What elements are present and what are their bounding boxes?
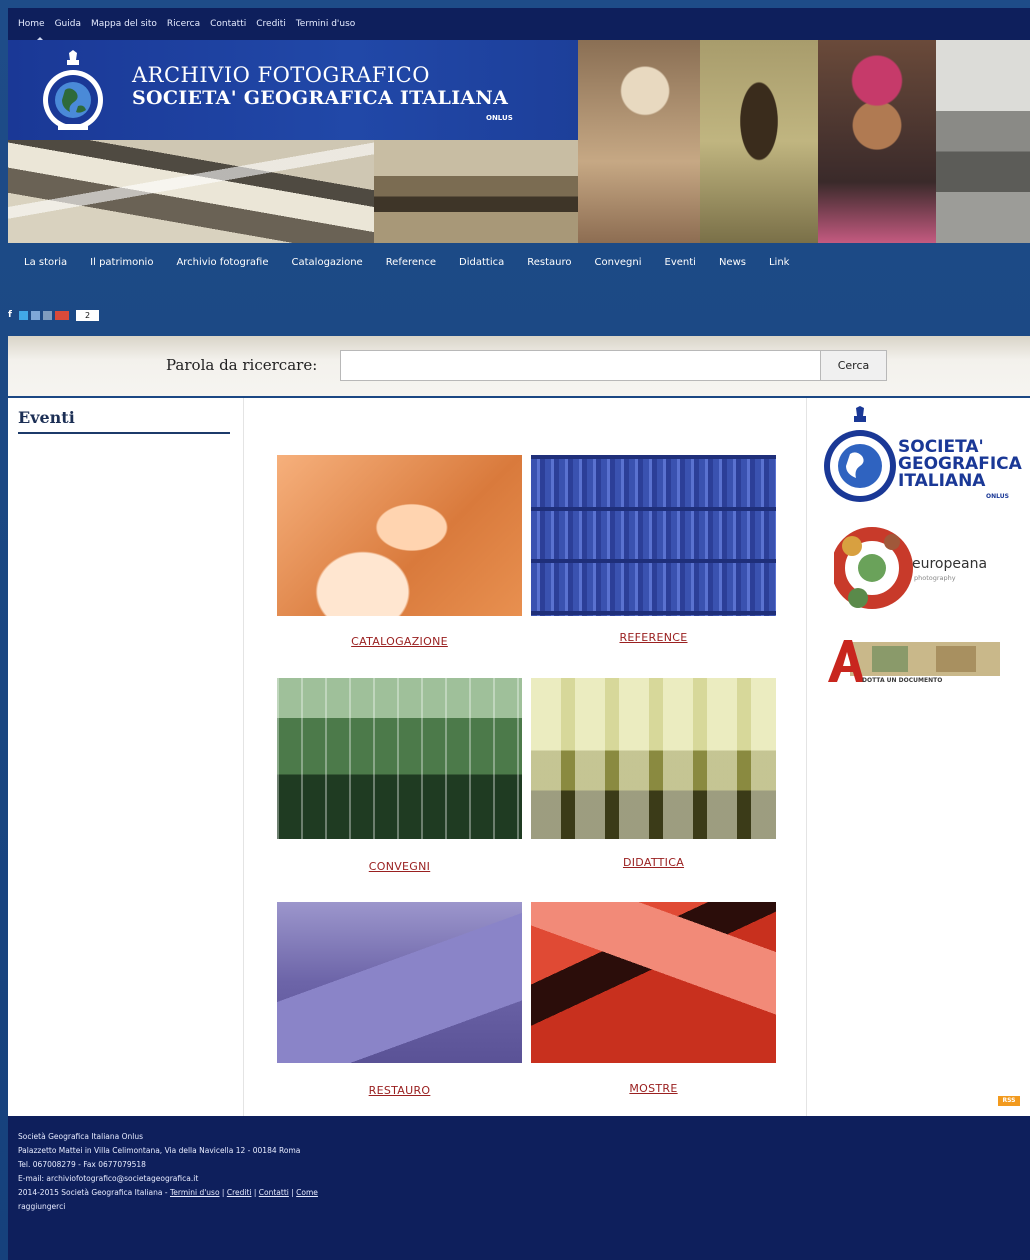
adotta-label: DOTTA UN DOCUMENTO bbox=[862, 677, 942, 684]
footer-copyright: 2014-2015 Società Geografica Italiana - bbox=[18, 1188, 170, 1197]
nav-la-storia[interactable]: La storia bbox=[24, 257, 67, 268]
header-photo-andean-woman bbox=[818, 40, 936, 243]
footer-link-come[interactable]: Come bbox=[296, 1188, 318, 1197]
nav-archivio-fotografie[interactable]: Archivio fotografie bbox=[176, 257, 268, 268]
topnav-guida[interactable]: Guida bbox=[55, 19, 81, 29]
nav-didattica[interactable]: Didattica bbox=[459, 257, 504, 268]
footer-link-crediti[interactable]: Crediti bbox=[227, 1188, 252, 1197]
tile-restauro[interactable]: RESTAURO bbox=[277, 902, 522, 1097]
search-input[interactable] bbox=[340, 350, 821, 381]
site-header: ARCHIVIO FOTOGRAFICO SOCIETA' GEOGRAFICA… bbox=[8, 40, 1030, 243]
top-utility-nav: Home Guida Mappa del sito Ricerca Contat… bbox=[8, 8, 1030, 41]
restauro-link[interactable]: RESTAURO bbox=[277, 1084, 522, 1097]
nav-eventi[interactable]: Eventi bbox=[665, 257, 696, 268]
tile-convegni[interactable]: CONVEGNI bbox=[277, 678, 522, 873]
nav-il-patrimonio[interactable]: Il patrimonio bbox=[90, 257, 153, 268]
header-title-line2: SOCIETA' GEOGRAFICA ITALIANA bbox=[132, 87, 509, 109]
nav-reference[interactable]: Reference bbox=[386, 257, 436, 268]
europeana-label: europeana bbox=[912, 556, 987, 572]
catalogazione-image[interactable] bbox=[277, 455, 522, 616]
search-label: Parola da ricercare: bbox=[166, 356, 318, 374]
footer-phone: Tel. 067008279 - Fax 0677079518 bbox=[18, 1160, 146, 1169]
footer-org-name: Società Geografica Italiana Onlus bbox=[18, 1132, 144, 1141]
mostre-link[interactable]: MOSTRE bbox=[531, 1082, 776, 1095]
left-sidebar: Eventi bbox=[8, 398, 244, 1116]
didattica-image[interactable] bbox=[531, 678, 776, 839]
social-share-bar: f 2 bbox=[8, 306, 100, 324]
right-sidebar: SOCIETA' GEOGRAFICA ITALIANA ONLUS europ… bbox=[808, 398, 1030, 1116]
topnav-home[interactable]: Home bbox=[18, 19, 45, 29]
twitter-icon[interactable] bbox=[19, 310, 28, 320]
sgi-globe-logo-icon[interactable] bbox=[40, 50, 106, 140]
google-plus-icon[interactable] bbox=[55, 310, 69, 320]
search-band: Parola da ricercare: Cerca bbox=[8, 336, 1030, 396]
didattica-link[interactable]: DIDATTICA bbox=[531, 856, 776, 869]
footer-link-raggiungerci[interactable]: raggiungerci bbox=[18, 1202, 65, 1211]
mostre-image[interactable] bbox=[531, 902, 776, 1063]
topnav-ricerca[interactable]: Ricerca bbox=[167, 19, 200, 29]
sidebar-title: Eventi bbox=[18, 408, 75, 427]
convegni-link[interactable]: CONVEGNI bbox=[277, 860, 522, 873]
header-photo-boats bbox=[374, 140, 578, 243]
footer-link-termini[interactable]: Termini d'uso bbox=[170, 1188, 220, 1197]
nav-link[interactable]: Link bbox=[769, 257, 789, 268]
tile-didattica[interactable]: DIDATTICA bbox=[531, 678, 776, 869]
nav-convegni[interactable]: Convegni bbox=[595, 257, 642, 268]
topnav-crediti[interactable]: Crediti bbox=[256, 19, 286, 29]
sgi-logo-onlus: ONLUS bbox=[986, 493, 1009, 500]
site-footer: Società Geografica Italiana Onlus Palazz… bbox=[8, 1116, 1030, 1260]
reference-link[interactable]: REFERENCE bbox=[531, 631, 776, 644]
page: Home Guida Mappa del sito Ricerca Contat… bbox=[0, 0, 1030, 1260]
sgi-partner-logo-icon[interactable]: SOCIETA' GEOGRAFICA ITALIANA ONLUS bbox=[822, 406, 1028, 510]
nav-news[interactable]: News bbox=[719, 257, 746, 268]
convegni-image[interactable] bbox=[277, 678, 522, 839]
topnav-contatti[interactable]: Contatti bbox=[210, 19, 246, 29]
europeana-sublabel: photography bbox=[914, 574, 956, 582]
header-photo-mountains bbox=[8, 140, 374, 243]
europeana-logo-icon[interactable]: europeana photography bbox=[834, 522, 1030, 618]
restauro-image[interactable] bbox=[277, 902, 522, 1063]
main-nav: La storia Il patrimonio Archivio fotogra… bbox=[8, 245, 1030, 279]
tile-catalogazione[interactable]: CATALOGAZIONE bbox=[277, 455, 522, 648]
nav-restauro[interactable]: Restauro bbox=[527, 257, 571, 268]
footer-address: Palazzetto Mattei in Villa Celimontana, … bbox=[18, 1146, 301, 1155]
nav-catalogazione[interactable]: Catalogazione bbox=[292, 257, 363, 268]
reference-image[interactable] bbox=[531, 455, 776, 616]
footer-email: E-mail: archiviofotografico@societageogr… bbox=[18, 1174, 199, 1183]
sgi-logo-line3: ITALIANA bbox=[898, 471, 986, 491]
header-onlus: ONLUS bbox=[486, 114, 513, 122]
sidebar-divider bbox=[18, 432, 230, 434]
print-icon[interactable] bbox=[43, 310, 52, 320]
footer-links-line: 2014-2015 Società Geografica Italiana - … bbox=[18, 1188, 318, 1197]
tile-grid: CATALOGAZIONE REFERENCE CONVEGNI DIDATTI… bbox=[245, 398, 807, 1116]
tile-reference[interactable]: REFERENCE bbox=[531, 455, 776, 644]
adotta-documento-logo-icon[interactable]: DOTTA UN DOCUMENTO bbox=[826, 638, 1006, 688]
header-photo-portrait bbox=[700, 40, 818, 243]
header-photo-city bbox=[936, 40, 1030, 243]
footer-link-contatti[interactable]: Contatti bbox=[259, 1188, 289, 1197]
topnav-mappa[interactable]: Mappa del sito bbox=[91, 19, 157, 29]
share-count: 2 bbox=[76, 309, 100, 321]
header-photo-geisha bbox=[578, 40, 700, 243]
facebook-icon[interactable]: f bbox=[8, 310, 14, 320]
content-area: Eventi CATALOGAZIONE REFERENCE CONVEGNI … bbox=[8, 398, 1030, 1116]
search-button[interactable]: Cerca bbox=[820, 350, 887, 381]
email-icon[interactable] bbox=[31, 310, 40, 320]
topnav-termini[interactable]: Termini d'uso bbox=[296, 19, 355, 29]
tile-mostre[interactable]: MOSTRE bbox=[531, 902, 776, 1095]
header-title-line1: ARCHIVIO FOTOGRAFICO bbox=[132, 63, 430, 87]
catalogazione-link[interactable]: CATALOGAZIONE bbox=[277, 635, 522, 648]
rss-icon[interactable]: RSS bbox=[998, 1096, 1020, 1106]
